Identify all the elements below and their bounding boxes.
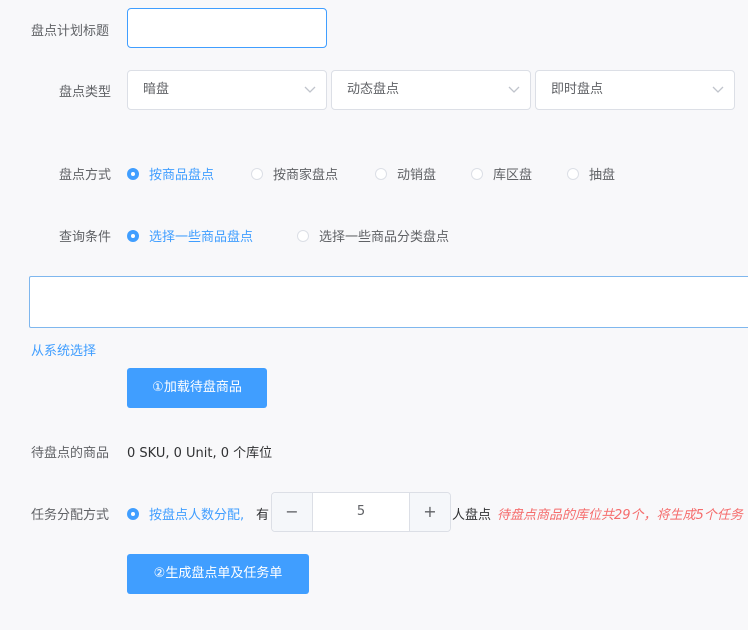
assign-label: 任务分配方式	[31, 508, 110, 523]
generate-button[interactable]: ②生成盘点单及任务单	[127, 554, 309, 594]
assign-suffix: 人盘点	[452, 508, 492, 523]
goods-input[interactable]	[29, 276, 748, 328]
assign-radio-label: 按盘点人数分配,	[149, 508, 245, 523]
chevron-down-icon	[712, 86, 724, 93]
system-select-link[interactable]: 从系统选择	[31, 340, 96, 359]
radio-icon	[297, 229, 309, 242]
type-select-timing[interactable]: 即时盘点	[535, 70, 735, 110]
method-radio-by-merchant[interactable]: 按商家盘点	[251, 164, 338, 183]
assign-radio-by-people[interactable]: 按盘点人数分配,	[127, 504, 244, 523]
load-goods-button[interactable]: ①加载待盘商品	[127, 368, 267, 408]
people-count-value[interactable]: 5	[313, 493, 409, 531]
radio-checked-icon	[127, 229, 139, 242]
method-radio-label: 按商家盘点	[273, 168, 339, 183]
plus-icon[interactable]: +	[409, 493, 450, 531]
title-input[interactable]	[127, 8, 327, 48]
method-radio-label: 库区盘	[493, 168, 533, 183]
query-label: 查询条件	[59, 230, 112, 245]
type-select-visibility[interactable]: 暗盘	[127, 70, 327, 110]
pending-label: 待盘点的商品	[31, 446, 110, 461]
type-select-timing-value: 即时盘点	[551, 82, 604, 97]
query-radio-goods[interactable]: 选择一些商品盘点	[127, 226, 253, 245]
pending-summary: 0 SKU, 0 Unit, 0 个库位	[127, 446, 273, 461]
type-select-visibility-value: 暗盘	[143, 82, 170, 97]
title-label: 盘点计划标题	[31, 24, 110, 39]
chevron-down-icon	[508, 86, 520, 93]
assign-warning: 待盘点商品的库位共29个，将生成5个任务	[497, 508, 743, 523]
radio-checked-icon	[127, 167, 139, 180]
minus-icon[interactable]: −	[272, 493, 313, 531]
people-count-stepper[interactable]: − 5 +	[271, 492, 451, 532]
method-radio-label: 按商品盘点	[149, 168, 215, 183]
radio-icon	[375, 167, 387, 180]
type-select-mode-value: 动态盘点	[347, 82, 400, 97]
chevron-down-icon	[304, 86, 316, 93]
radio-icon	[251, 167, 263, 180]
method-radio-sample[interactable]: 抽盘	[567, 164, 615, 183]
query-radio-label: 选择一些商品盘点	[149, 230, 254, 245]
radio-icon	[471, 167, 483, 180]
method-radio-by-goods[interactable]: 按商品盘点	[127, 164, 214, 183]
method-radio-label: 动销盘	[397, 168, 437, 183]
method-label: 盘点方式	[59, 168, 112, 183]
type-select-mode[interactable]: 动态盘点	[331, 70, 531, 110]
radio-icon	[567, 167, 579, 180]
radio-checked-icon	[127, 507, 139, 520]
method-radio-moving-sales[interactable]: 动销盘	[375, 164, 436, 183]
method-radio-label: 抽盘	[589, 168, 616, 183]
query-radio-category[interactable]: 选择一些商品分类盘点	[297, 226, 449, 245]
query-radio-label: 选择一些商品分类盘点	[319, 230, 450, 245]
assign-prefix: 有	[256, 508, 270, 523]
method-radio-zone[interactable]: 库区盘	[471, 164, 532, 183]
type-label: 盘点类型	[59, 85, 112, 100]
